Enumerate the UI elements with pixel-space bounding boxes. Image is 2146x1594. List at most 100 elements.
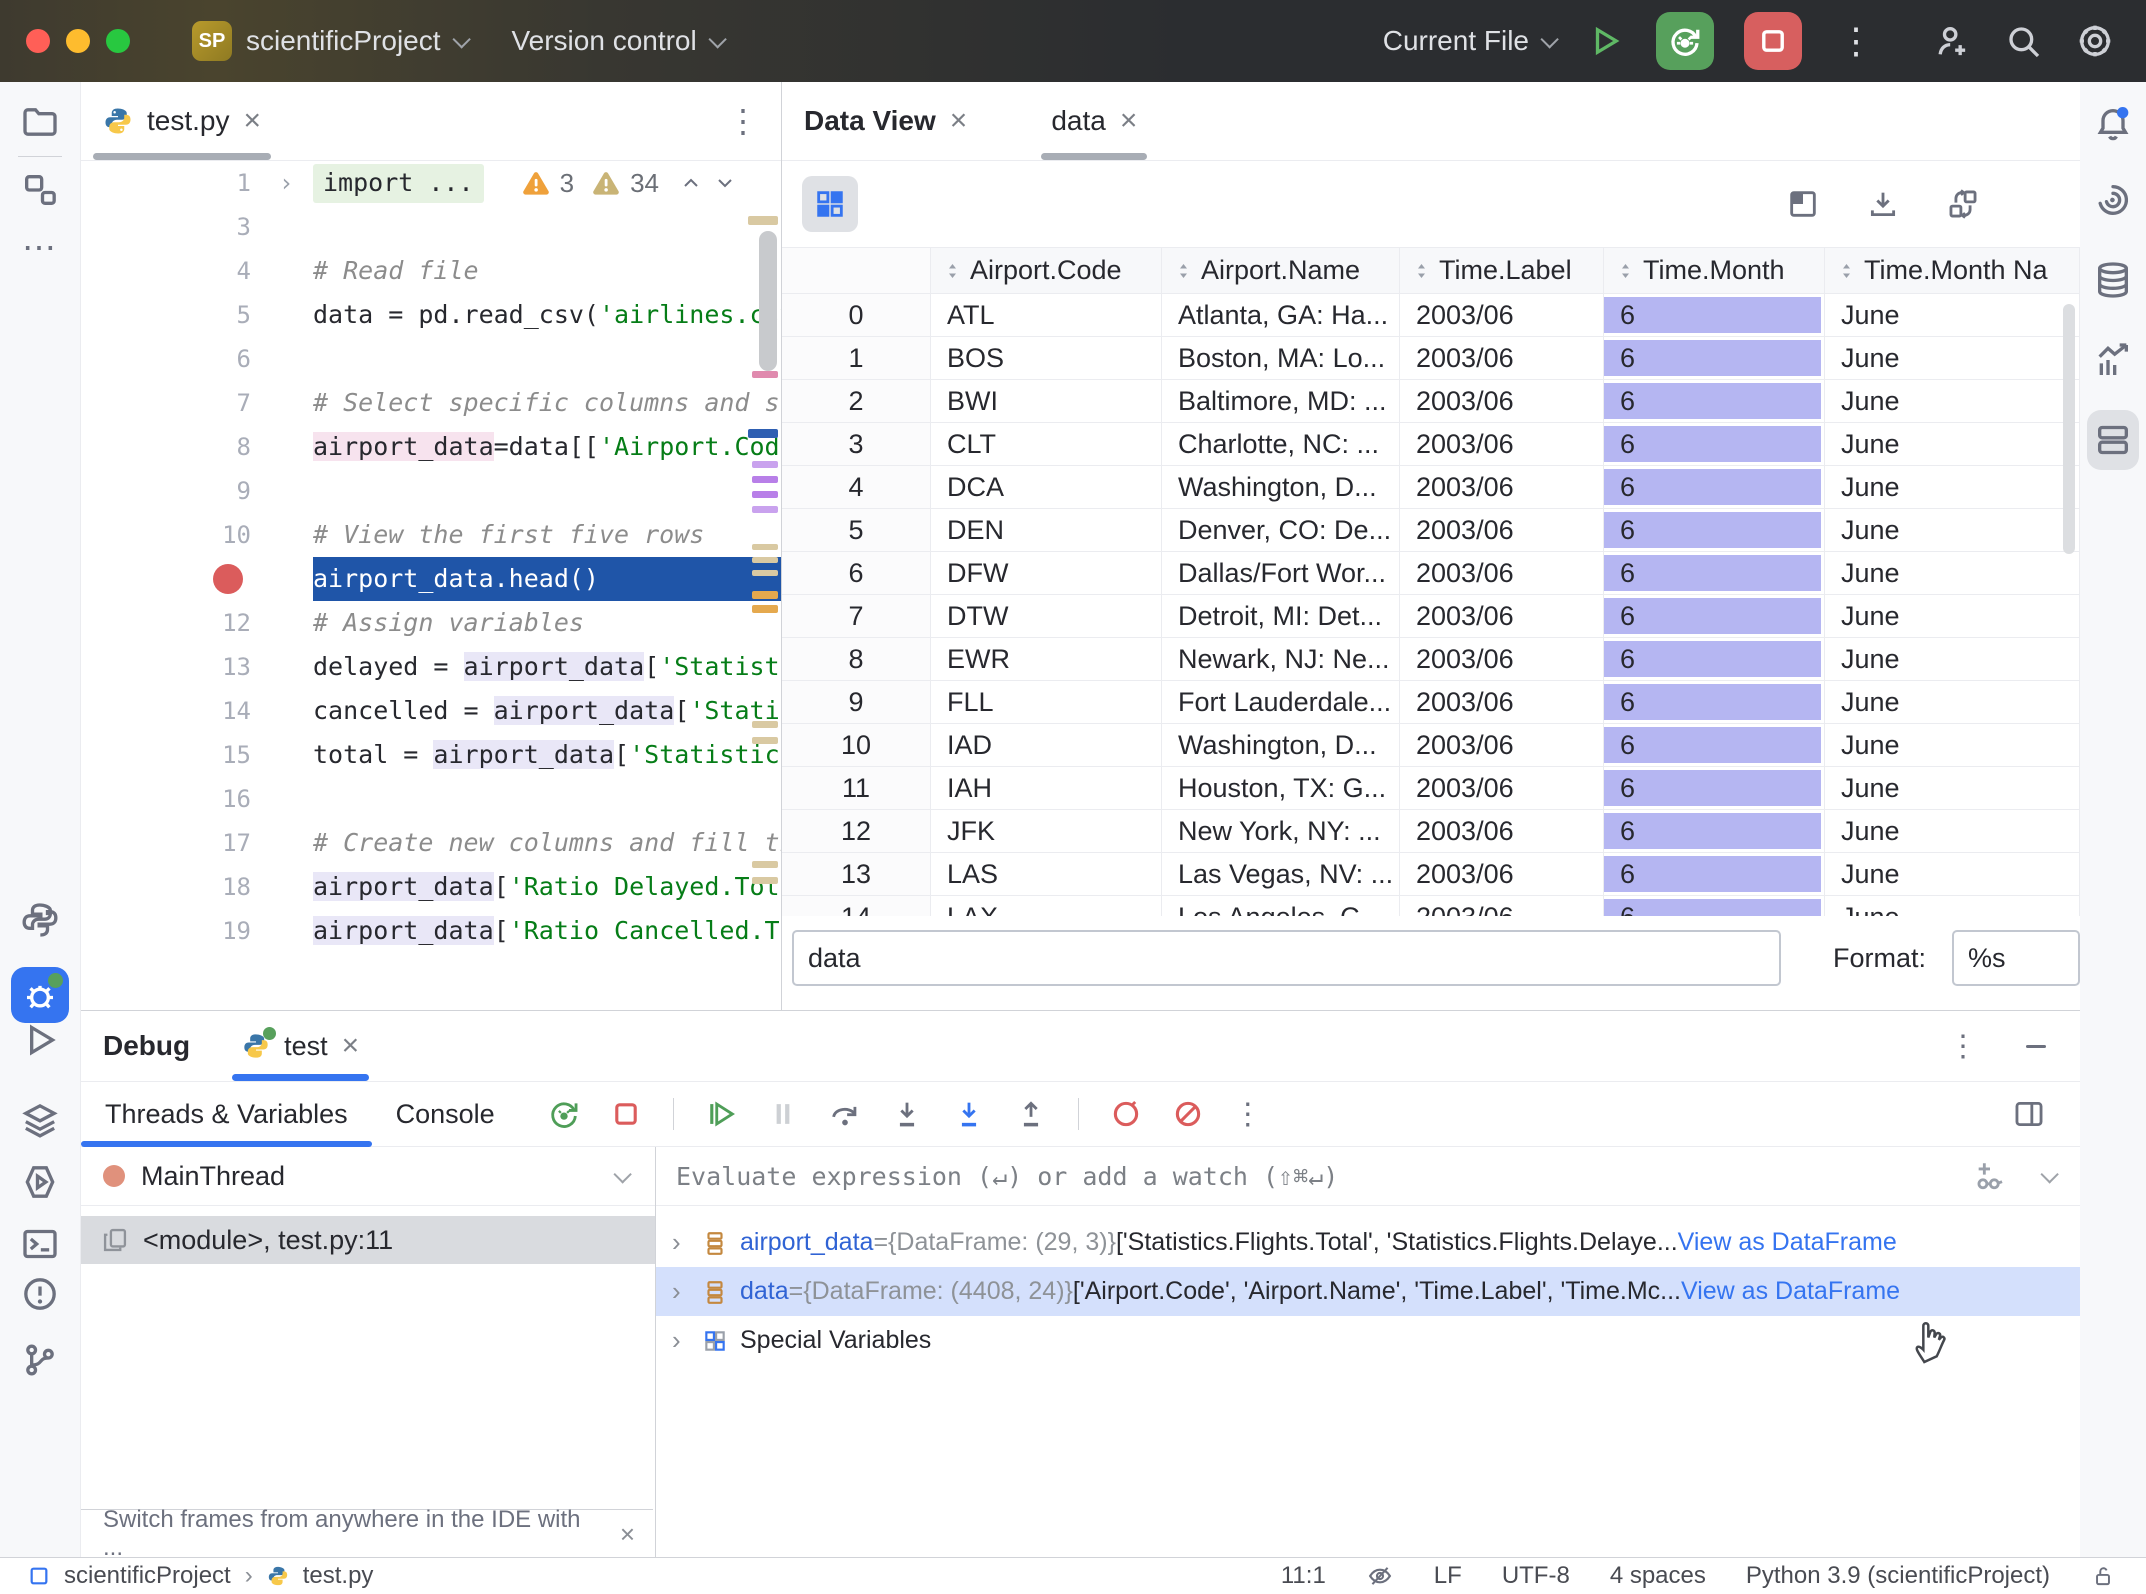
variable-row[interactable]: ›airport_data = {DataFrame: (29, 3)} ['S… (656, 1218, 2080, 1267)
force-step-into-icon[interactable] (948, 1093, 990, 1135)
debug-tool-icon-active[interactable] (11, 967, 69, 1023)
table-row[interactable]: 2BWIBaltimore, MD: ...2003/066June (782, 380, 2080, 423)
table-view-toggle[interactable] (802, 176, 858, 232)
table-row[interactable]: 9FLLFort Lauderdale...2003/066June (782, 681, 2080, 724)
table-cell[interactable]: FLL (931, 681, 1162, 724)
inspection-widget[interactable]: 3 34 (522, 161, 737, 205)
table-cell[interactable]: Boston, MA: Lo... (1162, 337, 1400, 380)
row-index-cell[interactable]: 8 (782, 638, 931, 681)
project-menu[interactable]: scientificProject (246, 25, 466, 57)
table-cell[interactable]: 2003/06 (1400, 810, 1604, 853)
search-everywhere-button[interactable] (2002, 20, 2044, 62)
python-console-icon[interactable] (20, 900, 60, 940)
database-tool-icon[interactable] (2093, 260, 2133, 300)
table-cell[interactable]: 6 (1604, 853, 1825, 896)
table-cell[interactable]: 2003/06 (1400, 724, 1604, 767)
column-header[interactable]: Time.Label (1400, 248, 1604, 294)
table-cell[interactable]: June (1825, 767, 2080, 810)
editor-body[interactable]: 1›import ...34# Read file5data = pd.read… (81, 161, 781, 1010)
column-header[interactable]: Time.Month (1604, 248, 1825, 294)
code-line[interactable]: 16 (81, 777, 781, 821)
table-cell[interactable]: 6 (1604, 466, 1825, 509)
dataframe-table[interactable]: Airport.CodeAirport.NameTime.LabelTime.M… (782, 248, 2080, 916)
code-line[interactable]: 8airport_data=data[['Airport.Code', (81, 425, 781, 469)
editor-tab-testpy[interactable]: test.py × (81, 82, 283, 160)
editor-scrollbar-thumb[interactable] (759, 231, 777, 371)
table-row[interactable]: 3CLTCharlotte, NC: ...2003/066June (782, 423, 2080, 466)
debug-toolbar-more-menu[interactable]: ⋮ (1229, 1097, 1267, 1132)
table-row[interactable]: 8EWRNewark, NJ: Ne...2003/066June (782, 638, 2080, 681)
stripe-mark[interactable] (748, 429, 778, 438)
table-cell[interactable]: 6 (1604, 423, 1825, 466)
stripe-mark[interactable] (752, 461, 778, 468)
row-index-cell[interactable]: 1 (782, 337, 931, 380)
table-cell[interactable]: June (1825, 681, 2080, 724)
code-line[interactable]: 10# View the first five rows (81, 513, 781, 557)
more-actions-menu[interactable]: ⋮ (1832, 20, 1880, 62)
step-out-icon[interactable] (1010, 1093, 1052, 1135)
table-cell[interactable]: Newark, NJ: Ne... (1162, 638, 1400, 681)
table-cell[interactable]: June (1825, 380, 2080, 423)
highlighting-off-icon[interactable] (1366, 1562, 1394, 1590)
table-cell[interactable]: 2003/06 (1400, 423, 1604, 466)
table-cell[interactable]: 6 (1604, 638, 1825, 681)
row-index-cell[interactable]: 7 (782, 595, 931, 638)
table-cell[interactable]: DTW (931, 595, 1162, 638)
caret-position[interactable]: 11:1 (1281, 1562, 1326, 1590)
python-packages-tool-icon[interactable] (20, 1162, 60, 1202)
table-cell[interactable]: Las Vegas, NV: ... (1162, 853, 1400, 896)
maximize-window-button[interactable] (106, 29, 130, 53)
run-configuration-selector[interactable]: Current File (1383, 25, 1554, 57)
table-row[interactable]: 11IAHHouston, TX: G...2003/066June (782, 767, 2080, 810)
table-cell[interactable]: 2003/06 (1400, 853, 1604, 896)
interpreter-selector[interactable]: Python 3.9 (scientificProject) (1746, 1562, 2050, 1590)
thread-selector[interactable]: MainThread (81, 1147, 655, 1206)
row-index-cell[interactable]: 11 (782, 767, 931, 810)
table-cell[interactable]: 6 (1604, 380, 1825, 423)
step-over-icon[interactable] (824, 1093, 866, 1135)
stripe-mark[interactable] (752, 737, 778, 744)
code-line[interactable]: 3 (81, 205, 781, 249)
code-line[interactable]: 14cancelled = airport_data['Statisti (81, 689, 781, 733)
table-cell[interactable]: IAH (931, 767, 1162, 810)
table-cell[interactable]: June (1825, 638, 2080, 681)
vcs-menu[interactable]: Version control (512, 25, 722, 57)
table-cell[interactable]: June (1825, 337, 2080, 380)
row-index-cell[interactable]: 0 (782, 294, 931, 337)
resume-program-icon[interactable] (700, 1093, 742, 1135)
code-line[interactable]: 6 (81, 337, 781, 381)
notifications-bell-icon[interactable] (2093, 104, 2133, 144)
tab-console[interactable]: Console (372, 1082, 519, 1146)
code-line[interactable]: 15total = airport_data['Statistics.F (81, 733, 781, 777)
variable-row[interactable]: ›data = {DataFrame: (4408, 24)} ['Airpor… (656, 1267, 2080, 1316)
table-cell[interactable]: JFK (931, 810, 1162, 853)
table-cell[interactable]: June (1825, 853, 2080, 896)
stop-debug-icon[interactable] (605, 1093, 647, 1135)
row-index-cell[interactable]: 10 (782, 724, 931, 767)
table-cell[interactable]: 2003/06 (1400, 896, 1604, 916)
table-cell[interactable]: DCA (931, 466, 1162, 509)
row-index-cell[interactable]: 5 (782, 509, 931, 552)
indent-selector[interactable]: 4 spaces (1610, 1562, 1706, 1590)
table-cell[interactable]: 2003/06 (1400, 509, 1604, 552)
ai-assistant-icon[interactable] (2093, 180, 2133, 220)
table-row[interactable]: 7DTWDetroit, MI: Det...2003/066June (782, 595, 2080, 638)
data-tab[interactable]: data × (1029, 82, 1159, 160)
row-index-cell[interactable]: 14 (782, 896, 931, 916)
row-index-cell[interactable]: 4 (782, 466, 931, 509)
table-cell[interactable]: 2003/06 (1400, 681, 1604, 724)
row-index-cell[interactable]: 3 (782, 423, 931, 466)
stripe-mark[interactable] (752, 591, 778, 599)
table-cell[interactable]: Fort Lauderdale... (1162, 681, 1400, 724)
mute-breakpoints-icon[interactable] (1167, 1093, 1209, 1135)
table-cell[interactable]: 6 (1604, 595, 1825, 638)
table-row[interactable]: 14LAXLos Angeles, C...2003/066June (782, 896, 2080, 916)
table-cell[interactable]: 2003/06 (1400, 337, 1604, 380)
row-index-cell[interactable]: 2 (782, 380, 931, 423)
table-cell[interactable]: Charlotte, NC: ... (1162, 423, 1400, 466)
close-icon[interactable]: × (243, 106, 261, 136)
close-icon[interactable]: × (1120, 106, 1138, 136)
code-line[interactable]: 12# Assign variables (81, 601, 781, 645)
expand-chevron-icon[interactable]: › (672, 1276, 702, 1307)
more-tools-icon[interactable]: ⋯ (22, 228, 58, 268)
